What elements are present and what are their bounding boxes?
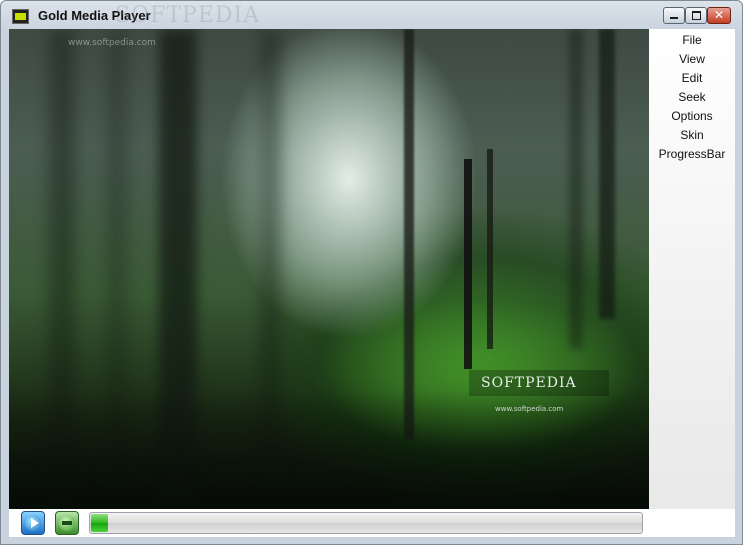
- video-display[interactable]: www.softpedia.com SOFTPEDIA www.softpedi…: [9, 29, 649, 509]
- title-watermark: SOFTPEDIA: [115, 3, 261, 28]
- side-menu: File View Edit Seek Options Skin Progres…: [649, 29, 735, 509]
- stop-button[interactable]: [55, 511, 79, 535]
- softpedia-url: www.softpedia.com: [495, 405, 564, 413]
- forest-tree: [487, 149, 493, 349]
- app-window: Gold Media Player SOFTPEDIA ✕ www.softpe…: [0, 0, 743, 545]
- caption-buttons: ✕: [663, 7, 731, 24]
- watermark-url: www.softpedia.com: [68, 38, 156, 48]
- softpedia-logo: SOFTPEDIA: [481, 375, 577, 391]
- minimize-button[interactable]: [663, 7, 685, 24]
- maximize-button[interactable]: [685, 7, 707, 24]
- menu-item-file[interactable]: File: [649, 31, 735, 50]
- play-button[interactable]: [21, 511, 45, 535]
- stop-icon: [62, 521, 72, 525]
- menu-item-seek[interactable]: Seek: [649, 88, 735, 107]
- minimize-icon: [670, 17, 678, 19]
- forest-tree: [569, 29, 583, 349]
- close-button[interactable]: ✕: [707, 7, 731, 24]
- film-strip-icon[interactable]: [12, 9, 29, 24]
- control-bar: [9, 509, 735, 537]
- menu-item-skin[interactable]: Skin: [649, 126, 735, 145]
- maximize-icon: [692, 11, 701, 20]
- menu-item-edit[interactable]: Edit: [649, 69, 735, 88]
- menu-item-view[interactable]: View: [649, 50, 735, 69]
- menu-item-options[interactable]: Options: [649, 107, 735, 126]
- forest-tree: [464, 159, 472, 369]
- menu-item-progressbar[interactable]: ProgressBar: [649, 145, 735, 164]
- title-bar[interactable]: Gold Media Player SOFTPEDIA ✕: [1, 1, 742, 29]
- forest-tree: [599, 29, 615, 319]
- progress-fill: [91, 514, 108, 532]
- forest-tree: [404, 29, 414, 439]
- play-icon: [31, 518, 39, 528]
- close-icon: ✕: [713, 8, 725, 22]
- progress-bar[interactable]: [89, 512, 643, 534]
